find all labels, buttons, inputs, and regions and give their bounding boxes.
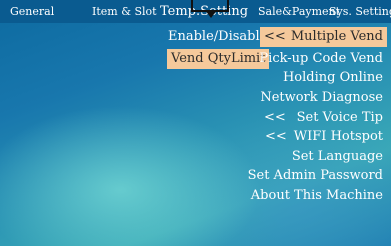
menu-item-set-voice-tip[interactable]: Set Voice Tip (297, 108, 383, 128)
menu-item-pickup-code-vend[interactable]: Pick-up Code Vend (259, 49, 383, 69)
pointer-arrow-icon (205, 10, 217, 18)
menu-item-set-language[interactable]: Set Language (292, 147, 383, 167)
back-arrow-icon: << (264, 29, 286, 44)
menu-item-network-diagnose[interactable]: Network Diagnose (260, 88, 383, 108)
tab-general[interactable]: General (10, 0, 54, 23)
back-arrow-icon: << (265, 129, 287, 144)
tab-item-slot[interactable]: Item & Slot (92, 0, 157, 23)
menu-item-about-this-machine[interactable]: About This Machine (251, 186, 383, 206)
tab-sys-setting[interactable]: Sys. Setting (329, 0, 391, 23)
back-arrow-icon: << (264, 110, 286, 125)
menu-item-wifi-hotspot[interactable]: WIFI Hotspot (294, 127, 383, 147)
option-vend-qty-limit[interactable]: Vend QtyLimit (167, 49, 270, 69)
menu-item-multiple-vend[interactable]: << Multiple Vend (260, 27, 387, 47)
menu-item-holding-online[interactable]: Holding Online (283, 68, 383, 88)
menu-item-label: Multiple Vend (290, 29, 383, 44)
menu-item-set-admin-password[interactable]: Set Admin Password (248, 166, 383, 186)
settings-screen: General Item & Slot Temp.Setting Sale&Pa… (0, 0, 391, 246)
option-enable-disable[interactable]: Enable/Disable (168, 27, 267, 47)
tab-sale-payment[interactable]: Sale&Payment (258, 0, 340, 23)
